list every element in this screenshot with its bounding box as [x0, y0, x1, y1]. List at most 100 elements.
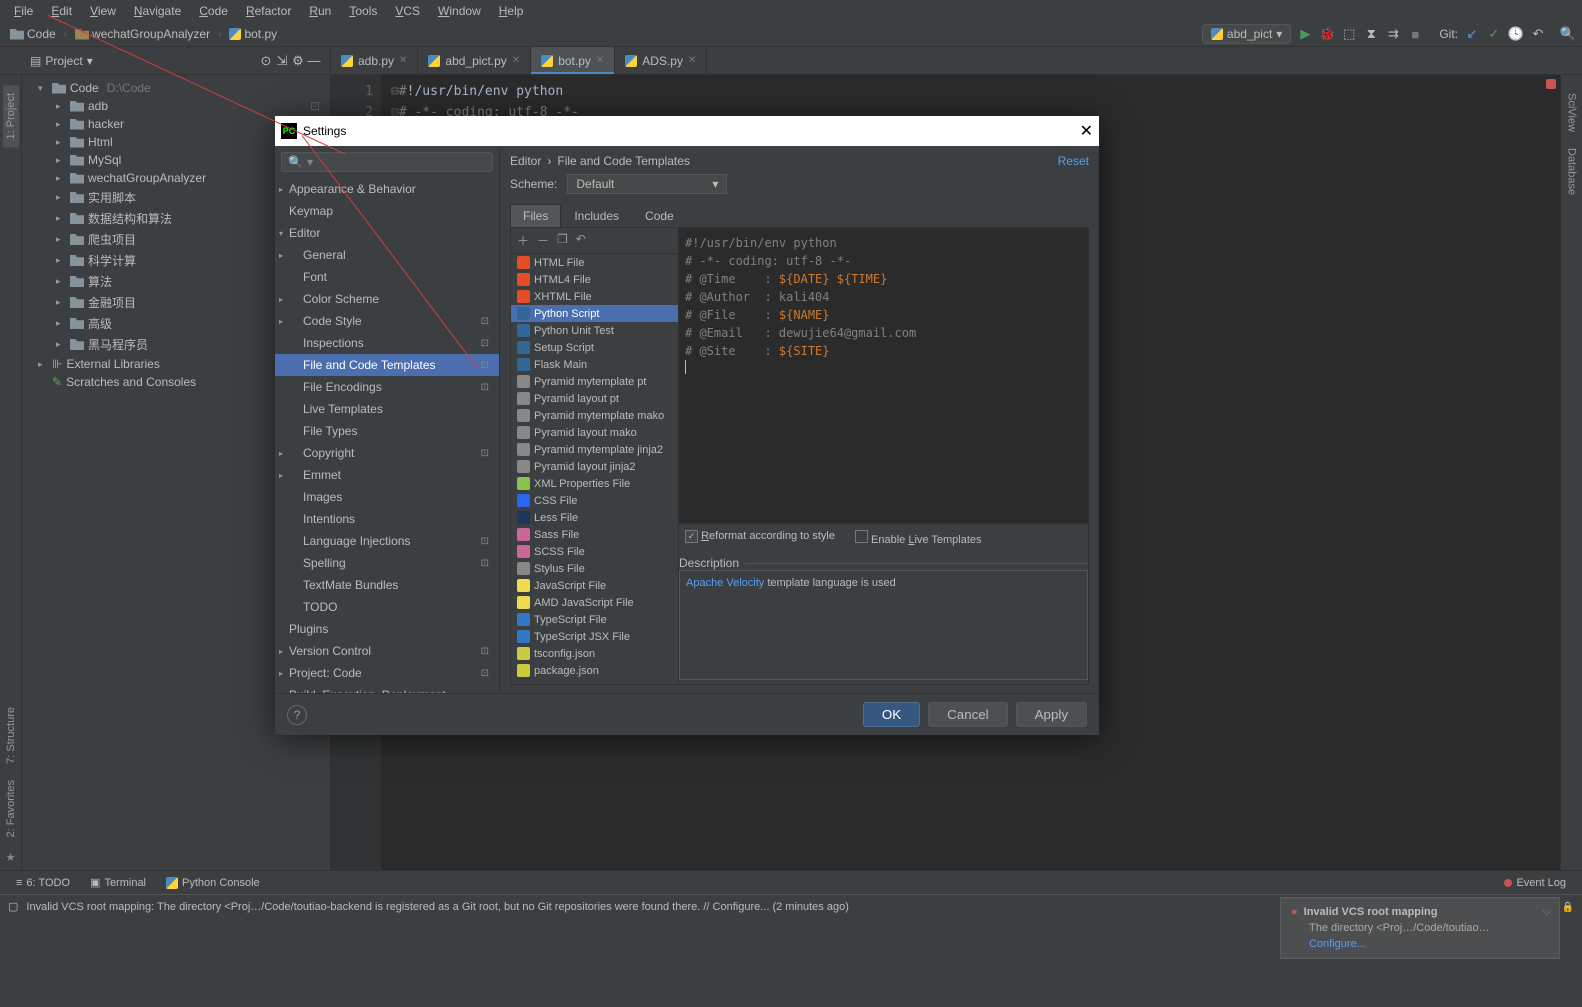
run-configuration-selector[interactable]: abd_pict ▾ — [1202, 24, 1291, 44]
template-item[interactable]: Pyramid layout mako — [511, 424, 678, 441]
template-item[interactable]: TypeScript File — [511, 611, 678, 628]
dialog-close-icon[interactable]: ✕ — [1080, 121, 1093, 141]
template-item[interactable]: HTML File — [511, 254, 678, 271]
menu-window[interactable]: Window — [430, 2, 489, 20]
template-item[interactable]: Less File — [511, 509, 678, 526]
editor-tab[interactable]: adb.py✕ — [331, 47, 418, 74]
close-icon[interactable]: ✕ — [688, 55, 696, 66]
settings-category[interactable]: ▸Copyright⊡ — [275, 442, 499, 464]
editor-tab[interactable]: abd_pict.py✕ — [418, 47, 531, 74]
breadcrumb-item[interactable]: wechatGroupAnalyzer — [71, 26, 214, 42]
help-icon[interactable]: ? — [287, 705, 307, 725]
template-item[interactable]: Pyramid mytemplate pt — [511, 373, 678, 390]
close-icon[interactable]: ✕ — [512, 55, 520, 66]
template-item[interactable]: HTML4 File — [511, 271, 678, 288]
settings-category[interactable]: ▾Editor — [275, 222, 499, 244]
template-item[interactable]: Setup Script — [511, 339, 678, 356]
tool-tab-structure[interactable]: 7: Structure — [3, 699, 19, 772]
reset-link[interactable]: Reset — [1058, 154, 1089, 168]
run-icon[interactable]: ▶ — [1297, 26, 1313, 42]
settings-category[interactable]: Plugins — [275, 618, 499, 640]
menu-edit[interactable]: Edit — [43, 2, 80, 20]
settings-category[interactable]: File Encodings⊡ — [275, 376, 499, 398]
settings-category[interactable]: Language Injections⊡ — [275, 530, 499, 552]
settings-category[interactable]: ▸Version Control⊡ — [275, 640, 499, 662]
template-item[interactable]: Sass File — [511, 526, 678, 543]
breadcrumb-item[interactable]: Code — [6, 26, 60, 42]
settings-category[interactable]: File and Code Templates⊡ — [275, 354, 499, 376]
template-item[interactable]: package.json — [511, 662, 678, 679]
stop-icon[interactable]: ■ — [1407, 26, 1423, 42]
settings-category[interactable]: TODO — [275, 596, 499, 618]
settings-icon[interactable]: ⚙ — [290, 53, 306, 69]
error-stripe-marker[interactable] — [1546, 79, 1556, 89]
template-code-editor[interactable]: #!/usr/bin/env python # -*- coding: utf-… — [679, 228, 1088, 523]
remove-icon[interactable]: － — [537, 232, 549, 249]
collapse-icon[interactable]: ⇲ — [274, 53, 290, 69]
editor-tab[interactable]: ADS.py✕ — [615, 47, 707, 74]
template-item[interactable]: CSS File — [511, 492, 678, 509]
menu-vcs[interactable]: VCS — [387, 2, 428, 20]
tab-files[interactable]: Files — [510, 204, 561, 227]
tab-code[interactable]: Code — [632, 204, 687, 227]
tool-tab-sciview[interactable]: SciView — [1564, 85, 1580, 140]
template-item[interactable]: Python Unit Test — [511, 322, 678, 339]
menu-navigate[interactable]: Navigate — [126, 2, 189, 20]
tool-tab-pyconsole[interactable]: Python Console — [156, 877, 270, 889]
apply-button[interactable]: Apply — [1016, 702, 1087, 727]
settings-category[interactable]: ▸Color Scheme — [275, 288, 499, 310]
profiler-icon[interactable]: ⧗ — [1363, 26, 1379, 42]
revert-icon[interactable]: ↶ — [576, 232, 586, 249]
scheme-selector[interactable]: Default ▾ — [567, 174, 727, 194]
tree-item[interactable]: ▾CodeD:\Code — [22, 79, 330, 97]
menu-run[interactable]: Run — [301, 2, 339, 20]
tool-tab-eventlog[interactable]: Event Log — [1494, 877, 1576, 889]
tool-tab-project[interactable]: 1: Project — [3, 85, 19, 147]
settings-category[interactable]: Font — [275, 266, 499, 288]
template-item[interactable]: TypeScript JSX File — [511, 628, 678, 645]
close-icon[interactable]: ✕ — [399, 55, 407, 66]
cancel-button[interactable]: Cancel — [928, 702, 1008, 727]
editor-tab[interactable]: bot.py✕ — [531, 47, 615, 74]
menu-refactor[interactable]: Refactor — [238, 2, 299, 20]
concurrency-icon[interactable]: ⇉ — [1385, 26, 1401, 42]
tree-item[interactable]: ▸adb⊡ — [22, 97, 330, 115]
git-revert-icon[interactable]: ↶ — [1530, 26, 1546, 42]
settings-category[interactable]: Intentions — [275, 508, 499, 530]
template-item[interactable]: tsconfig.json — [511, 645, 678, 662]
tool-tab-favorites[interactable]: 2: Favorites — [3, 772, 19, 845]
coverage-icon[interactable]: ⬚ — [1341, 26, 1357, 42]
settings-category[interactable]: TextMate Bundles — [275, 574, 499, 596]
settings-category[interactable]: File Types — [275, 420, 499, 442]
settings-category[interactable]: ▸Emmet — [275, 464, 499, 486]
settings-category[interactable]: Images — [275, 486, 499, 508]
hide-icon[interactable]: — — [306, 53, 322, 69]
live-templates-checkbox[interactable]: Enable Live Templates — [855, 530, 982, 546]
template-item[interactable]: Pyramid layout jinja2 — [511, 458, 678, 475]
locate-icon[interactable]: ⊙ — [258, 53, 274, 69]
settings-category[interactable]: Live Templates — [275, 398, 499, 420]
template-item[interactable]: Stylus File — [511, 560, 678, 577]
breadcrumb-item[interactable]: bot.py — [225, 26, 281, 42]
velocity-link[interactable]: Apache Velocity — [686, 577, 764, 589]
settings-category[interactable]: ▸Build, Execution, Deployment — [275, 684, 499, 693]
menu-help[interactable]: Help — [491, 2, 532, 20]
template-item[interactable]: Python Script — [511, 305, 678, 322]
git-update-icon[interactable]: ↙ — [1464, 26, 1480, 42]
ok-button[interactable]: OK — [863, 702, 920, 727]
template-item[interactable]: SCSS File — [511, 543, 678, 560]
notif-collapse-icon[interactable]: ⌵ — [1543, 906, 1551, 919]
template-list[interactable]: HTML FileHTML4 FileXHTML FilePython Scri… — [511, 254, 678, 684]
reformat-checkbox[interactable]: RReformat according to styleeformat acco… — [685, 530, 835, 546]
settings-category[interactable]: ▸Appearance & Behavior — [275, 178, 499, 200]
menu-view[interactable]: View — [82, 2, 124, 20]
template-item[interactable]: XHTML File — [511, 288, 678, 305]
settings-category[interactable]: ▸Project: Code⊡ — [275, 662, 499, 684]
search-icon[interactable]: 🔍 — [1560, 26, 1576, 42]
settings-category[interactable]: ▸Code Style⊡ — [275, 310, 499, 332]
template-item[interactable]: JavaScript File — [511, 577, 678, 594]
dropdown-icon[interactable]: ▾ — [87, 54, 93, 68]
settings-category[interactable]: Keymap — [275, 200, 499, 222]
template-item[interactable]: Pyramid mytemplate jinja2 — [511, 441, 678, 458]
notif-configure-link[interactable]: Configure... — [1309, 938, 1549, 950]
